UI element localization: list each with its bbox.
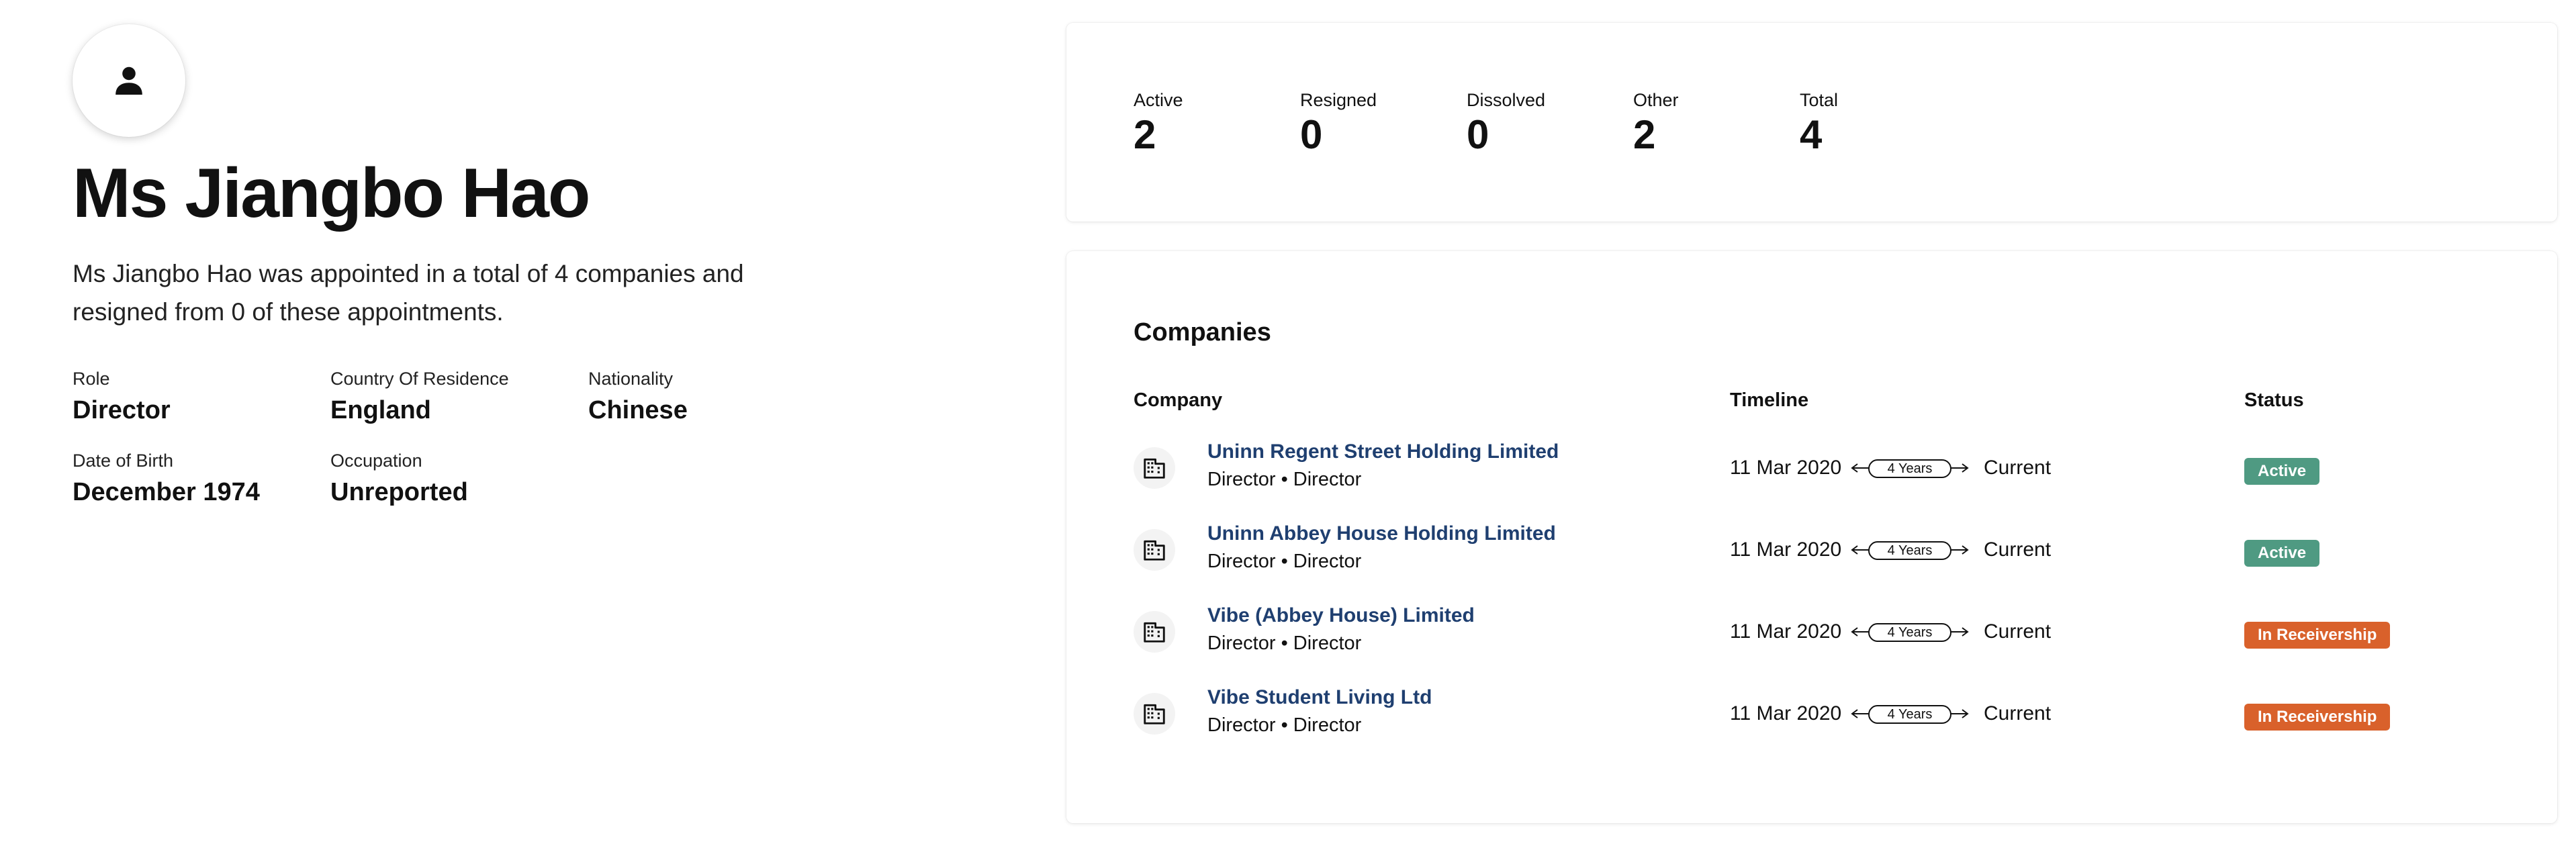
avatar — [73, 24, 185, 137]
duration-pill: 4 Years — [1868, 705, 1951, 724]
timeline-end: Current — [1984, 539, 2052, 561]
fact-label: Role — [73, 369, 110, 389]
duration-pill: 4 Years — [1868, 459, 1951, 478]
person-icon — [116, 66, 142, 95]
stat-label: Dissolved — [1467, 90, 1546, 110]
stat-active: Active 2 — [1134, 90, 1300, 155]
company-link[interactable]: Vibe Student Living Ltd — [1207, 686, 1432, 709]
timeline-arrow: 4 Years — [1849, 702, 1970, 725]
company-row: Vibe (Abbey House) Limited Director • Di… — [1134, 598, 2503, 671]
page-title: Ms Jiangbo Hao — [73, 154, 590, 232]
stats-row: Active 2 Resigned 0 Dissolved 0 Other 2 … — [1134, 90, 1966, 155]
stat-label: Other — [1633, 90, 1679, 110]
fact-label: Occupation — [330, 451, 422, 471]
duration-pill: 4 Years — [1868, 541, 1951, 560]
fact-value: England — [330, 396, 431, 425]
officer-facts: Role Director Country Of Residence Engla… — [73, 369, 1013, 507]
stat-label: Active — [1134, 90, 1183, 110]
timeline-arrow: 4 Years — [1849, 620, 1970, 643]
appointment-stats-card: Active 2 Resigned 0 Dissolved 0 Other 2 … — [1066, 23, 2557, 222]
stat-resigned: Resigned 0 — [1300, 90, 1467, 155]
company-icon-wrap — [1134, 693, 1175, 735]
timeline-arrow: 4 Years — [1849, 457, 1970, 479]
stat-value: 0 — [1300, 112, 1323, 157]
fact-nationality: Nationality Chinese — [588, 369, 846, 425]
appointment-summary: Ms Jiangbo Hao was appointed in a total … — [73, 260, 744, 326]
fact-label: Nationality — [588, 369, 674, 389]
stat-value: 0 — [1467, 112, 1489, 157]
stat-other: Other 2 — [1633, 90, 1800, 155]
timeline-end: Current — [1984, 620, 2052, 643]
building-icon — [1144, 704, 1165, 724]
fact-occupation: Occupation Unreported — [330, 451, 588, 507]
fact-label: Date of Birth — [73, 451, 174, 471]
fact-value: Director — [73, 396, 171, 425]
officer-page: Ms Jiangbo Hao Ms Jiangbo Hao was appoin… — [0, 0, 2576, 842]
company-link[interactable]: Vibe (Abbey House) Limited — [1207, 604, 1475, 627]
fact-date-of-birth: Date of Birth December 1974 — [73, 451, 330, 507]
status-badge: Active — [2244, 458, 2320, 485]
timeline-arrow: 4 Years — [1849, 539, 1970, 561]
column-header-company: Company — [1134, 389, 1223, 411]
company-role: Director • Director — [1207, 633, 1362, 654]
company-row: Uninn Abbey House Holding Limited Direct… — [1134, 516, 2503, 590]
column-header-timeline: Timeline — [1730, 389, 1809, 411]
company-icon-wrap — [1134, 529, 1175, 571]
timeline-start: 11 Mar 2020 — [1730, 620, 1842, 643]
company-role: Director • Director — [1207, 469, 1362, 490]
company-link[interactable]: Uninn Regent Street Holding Limited — [1207, 440, 1559, 463]
fact-country-of-residence: Country Of Residence England — [330, 369, 588, 425]
stat-value: 2 — [1633, 112, 1656, 157]
company-link[interactable]: Uninn Abbey House Holding Limited — [1207, 522, 1556, 545]
timeline-start: 11 Mar 2020 — [1730, 702, 1842, 724]
status-badge: In Receivership — [2244, 704, 2391, 731]
companies-card: Companies Company Timeline Status Uninn … — [1066, 251, 2557, 823]
stat-value: 4 — [1800, 112, 1823, 157]
building-icon — [1144, 622, 1165, 643]
stat-label: Total — [1800, 90, 1839, 110]
fact-label: Country Of Residence — [330, 369, 509, 389]
stat-value: 2 — [1134, 112, 1156, 157]
company-row: Vibe Student Living Ltd Director • Direc… — [1134, 680, 2503, 753]
column-header-status: Status — [2244, 389, 2304, 411]
company-role: Director • Director — [1207, 551, 1362, 572]
officer-profile: Ms Jiangbo Hao Ms Jiangbo Hao was appoin… — [73, 24, 1013, 507]
status-badge: In Receivership — [2244, 622, 2391, 649]
company-icon-wrap — [1134, 447, 1175, 489]
companies-title: Companies — [1134, 318, 1271, 346]
duration-pill: 4 Years — [1868, 623, 1951, 642]
timeline-end: Current — [1984, 702, 2052, 724]
fact-role: Role Director — [73, 369, 330, 425]
stat-label: Resigned — [1300, 90, 1377, 110]
company-icon-wrap — [1134, 611, 1175, 653]
stat-dissolved: Dissolved 0 — [1467, 90, 1633, 155]
timeline-start: 11 Mar 2020 — [1730, 457, 1842, 479]
fact-value: Unreported — [330, 478, 468, 507]
stat-total: Total 4 — [1800, 90, 1966, 155]
timeline-end: Current — [1984, 457, 2052, 479]
fact-value: December 1974 — [73, 478, 260, 507]
status-badge: Active — [2244, 540, 2320, 567]
building-icon — [1144, 458, 1165, 479]
company-row: Uninn Regent Street Holding Limited Dire… — [1134, 434, 2503, 508]
timeline-start: 11 Mar 2020 — [1730, 539, 1842, 561]
fact-value: Chinese — [588, 396, 688, 425]
company-role: Director • Director — [1207, 714, 1362, 736]
building-icon — [1144, 540, 1165, 561]
